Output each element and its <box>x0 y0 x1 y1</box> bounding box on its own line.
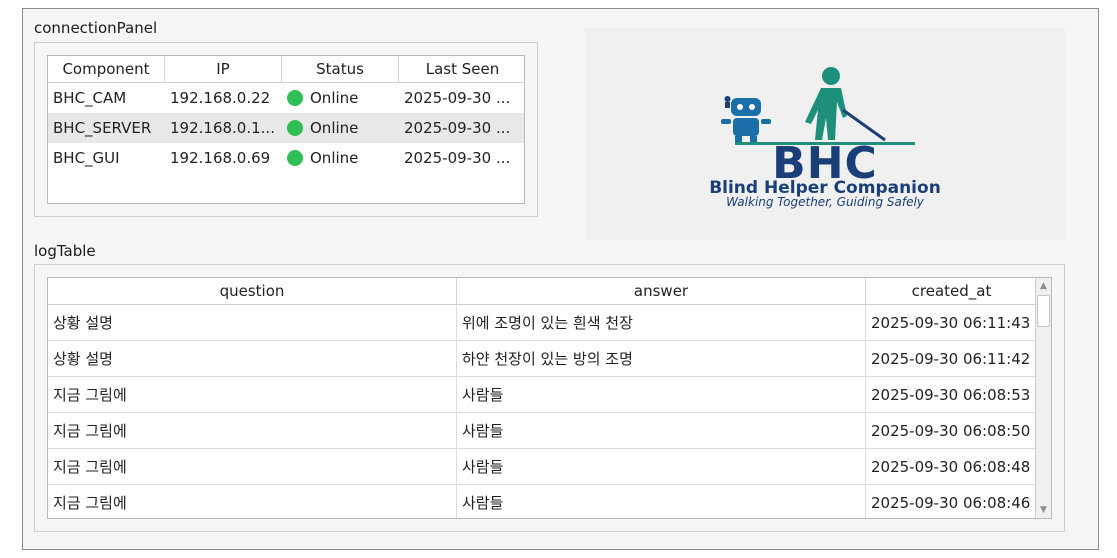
log-table-header: question answer created_at <box>48 278 1037 305</box>
question-cell: 지금 그림에 <box>48 485 457 518</box>
status-text: Online <box>310 149 359 167</box>
last-seen-cell: 2025-09-30 ... <box>404 89 511 107</box>
ip-cell: 192.168.0.22 <box>170 89 271 107</box>
log-table-title: logTable <box>34 242 96 260</box>
question-cell: 지금 그림에 <box>48 449 457 484</box>
table-row[interactable]: BHC_GUI 192.168.0.69 Online 2025-09-30 .… <box>48 143 524 173</box>
ip-cell: 192.168.0.69 <box>170 149 271 167</box>
component-cell: BHC_SERVER <box>53 119 152 137</box>
component-cell: BHC_CAM <box>53 89 127 107</box>
status-text: Online <box>310 119 359 137</box>
connection-panel-title: connectionPanel <box>34 19 158 37</box>
created-at-cell: 2025-09-30 06:08:50 <box>866 413 1037 448</box>
column-header-ip[interactable]: IP <box>165 56 282 82</box>
logo-tagline: Walking Together, Guiding Safely <box>726 195 924 209</box>
column-header-last-seen[interactable]: Last Seen <box>399 56 524 82</box>
question-cell: 지금 그림에 <box>48 413 457 448</box>
question-cell: 지금 그림에 <box>48 377 457 412</box>
answer-cell: 사람들 <box>457 449 866 484</box>
table-row[interactable]: 지금 그림에 사람들 2025-09-30 06:08:46 <box>48 485 1037 518</box>
column-header-status[interactable]: Status <box>282 56 399 82</box>
log-table-scrollbar[interactable]: ▲ ▼ <box>1035 278 1051 518</box>
online-status-icon <box>287 90 303 106</box>
last-seen-cell: 2025-09-30 ... <box>404 119 511 137</box>
robot-icon <box>721 96 771 142</box>
table-row[interactable]: 상황 설명 위에 조명이 있는 흰색 천장 2025-09-30 06:11:4… <box>48 305 1037 341</box>
status-cell: Online <box>282 143 399 173</box>
answer-cell: 하얀 천장이 있는 방의 조명 <box>457 341 866 376</box>
table-row[interactable]: 지금 그림에 사람들 2025-09-30 06:08:53 <box>48 377 1037 413</box>
connection-table[interactable]: Component IP Status Last Seen BHC_CAM 19… <box>47 55 525 204</box>
answer-cell: 사람들 <box>457 413 866 448</box>
created-at-cell: 2025-09-30 06:08:46 <box>866 485 1037 518</box>
component-cell: BHC_GUI <box>53 149 120 167</box>
table-row[interactable]: 상황 설명 하얀 천장이 있는 방의 조명 2025-09-30 06:11:4… <box>48 341 1037 377</box>
column-header-answer[interactable]: answer <box>457 278 866 304</box>
question-cell: 상황 설명 <box>48 305 457 340</box>
scroll-down-icon[interactable]: ▼ <box>1036 502 1051 518</box>
status-text: Online <box>310 89 359 107</box>
answer-cell: 사람들 <box>457 377 866 412</box>
answer-cell: 위에 조명이 있는 흰색 천장 <box>457 305 866 340</box>
scrollbar-thumb[interactable] <box>1037 295 1050 327</box>
column-header-question[interactable]: question <box>48 278 457 304</box>
created-at-cell: 2025-09-30 06:08:48 <box>866 449 1037 484</box>
bhc-logo: BHC Blind Helper Companion Walking Toget… <box>585 28 1065 240</box>
table-row[interactable]: 지금 그림에 사람들 2025-09-30 06:08:48 <box>48 449 1037 485</box>
column-header-component[interactable]: Component <box>48 56 165 82</box>
online-status-icon <box>287 150 303 166</box>
online-status-icon <box>287 120 303 136</box>
status-cell: Online <box>282 113 399 143</box>
created-at-cell: 2025-09-30 06:11:42 <box>866 341 1037 376</box>
table-row[interactable]: BHC_SERVER 192.168.0.1... Online 2025-09… <box>48 113 524 143</box>
scroll-up-icon[interactable]: ▲ <box>1036 278 1051 294</box>
answer-cell: 사람들 <box>457 485 866 518</box>
status-cell: Online <box>282 83 399 113</box>
table-row[interactable]: BHC_CAM 192.168.0.22 Online 2025-09-30 .… <box>48 83 524 113</box>
column-header-created-at[interactable]: created_at <box>866 278 1037 304</box>
connection-table-header: Component IP Status Last Seen <box>48 56 524 83</box>
blind-walker-icon <box>735 67 915 145</box>
table-row[interactable]: 지금 그림에 사람들 2025-09-30 06:08:50 <box>48 413 1037 449</box>
last-seen-cell: 2025-09-30 ... <box>404 149 511 167</box>
log-table[interactable]: question answer created_at 상황 설명 위에 조명이 … <box>47 277 1052 519</box>
ip-cell: 192.168.0.1... <box>170 119 275 137</box>
created-at-cell: 2025-09-30 06:08:53 <box>866 377 1037 412</box>
created-at-cell: 2025-09-30 06:11:43 <box>866 305 1037 340</box>
question-cell: 상황 설명 <box>48 341 457 376</box>
